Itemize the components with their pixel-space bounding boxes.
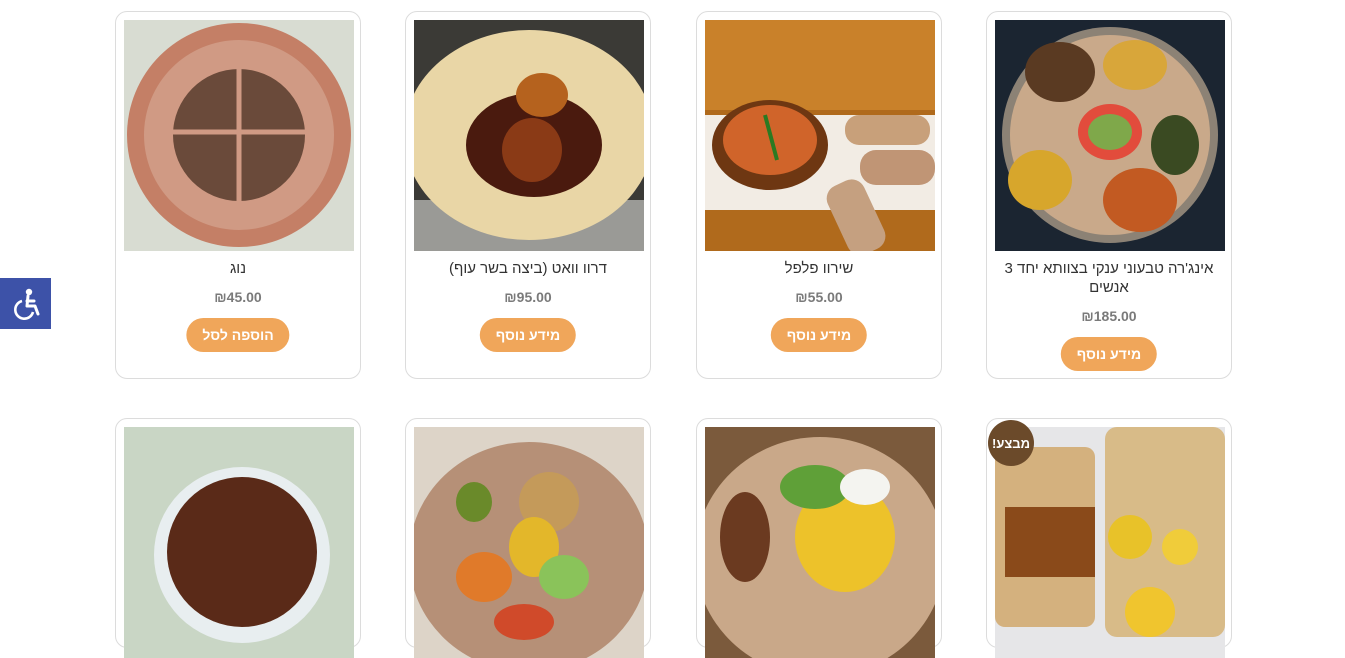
add-to-cart-button[interactable]: הוספה לסל	[186, 318, 290, 352]
product-price: ₪95.00	[504, 289, 552, 305]
product-price: ₪185.00	[1081, 308, 1137, 324]
product-title[interactable]: דרוו וואט (ביצה בשר עוף)	[418, 259, 638, 278]
product-image-nug[interactable]	[124, 20, 354, 251]
accessibility-wheelchair-icon	[13, 288, 39, 320]
product-image-spice[interactable]	[124, 427, 354, 658]
product-title[interactable]: שירוו פלפל	[709, 259, 929, 278]
product-image-injera-platter[interactable]	[995, 20, 1225, 251]
product-image-shiro[interactable]	[705, 20, 935, 251]
product-price: ₪45.00	[214, 289, 262, 305]
product-card-row2-2[interactable]	[696, 418, 942, 658]
more-info-button[interactable]: מידע נוסף	[770, 318, 868, 352]
product-card-row2-1[interactable]: מבצע!	[986, 418, 1232, 658]
product-image-sandwich[interactable]	[995, 427, 1225, 658]
product-image-injera-salad[interactable]	[705, 427, 935, 658]
product-card-row2-4[interactable]	[115, 418, 361, 658]
more-info-button[interactable]: מידע נוסף	[1060, 337, 1158, 371]
more-info-button[interactable]: מידע נוסף	[479, 318, 577, 352]
product-card-row2-3[interactable]	[405, 418, 651, 658]
product-card-shiro[interactable]: שירוו פלפל ₪55.00 מידע נוסף	[696, 11, 942, 379]
sale-badge: מבצע!	[988, 420, 1034, 466]
product-card-nug[interactable]: נוג ₪45.00 הוספה לסל	[115, 11, 361, 379]
product-title[interactable]: אינג'רה טבעוני ענקי בצוותא יחד 3 אנשים	[999, 259, 1219, 297]
product-card-doro-wat[interactable]: דרוו וואט (ביצה בשר עוף) ₪95.00 מידע נוס…	[405, 11, 651, 379]
product-image-doro-wat[interactable]	[414, 20, 644, 251]
product-price: ₪55.00	[795, 289, 843, 305]
product-card-injera-platter[interactable]: אינג'רה טבעוני ענקי בצוותא יחד 3 אנשים ₪…	[986, 11, 1232, 379]
product-image-vegan-plate[interactable]	[414, 427, 644, 658]
product-title[interactable]: נוג	[128, 259, 348, 278]
accessibility-button[interactable]	[0, 278, 51, 329]
